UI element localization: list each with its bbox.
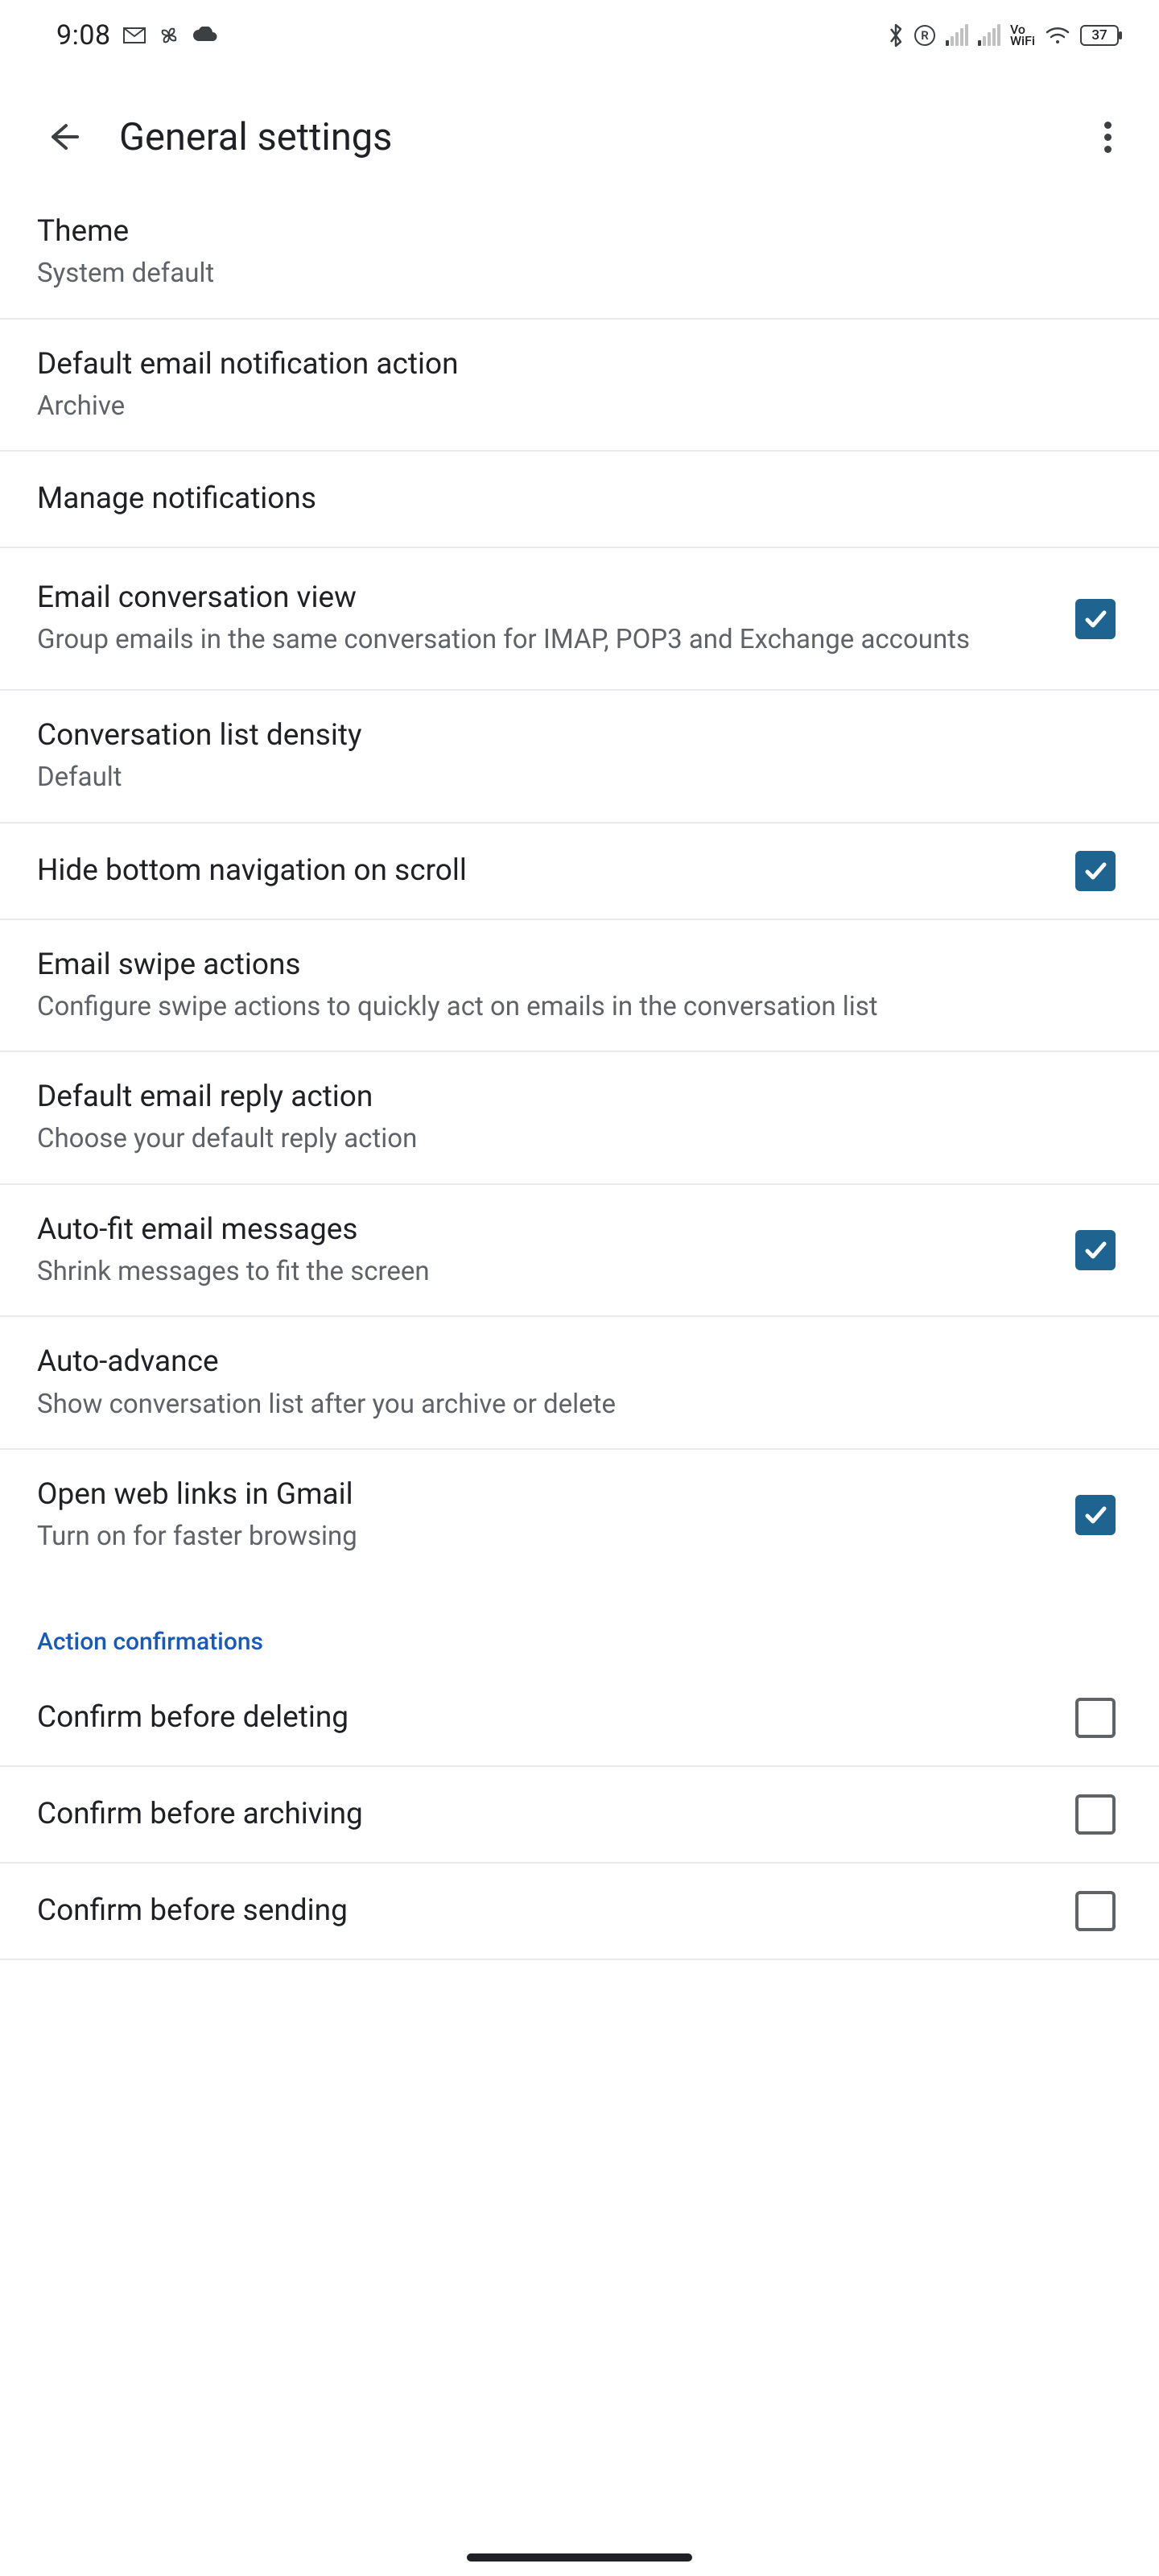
setting-title: Default email reply action (37, 1078, 1083, 1117)
status-time: 9:08 (56, 19, 111, 52)
checkbox-confirm-send[interactable] (1075, 1891, 1116, 1931)
setting-open-web-links[interactable]: Open web links in Gmail Turn on for fast… (0, 1450, 1159, 1581)
setting-subtitle: Archive (37, 389, 1083, 425)
status-bar: 9:08 R VoWiFi 37 (0, 0, 1159, 56)
gmail-icon (122, 26, 146, 45)
setting-subtitle: Shrink messages to fit the screen (37, 1254, 1043, 1290)
setting-swipe-actions[interactable]: Email swipe actions Configure swipe acti… (0, 920, 1159, 1053)
setting-subtitle: Default (37, 760, 1083, 796)
setting-theme[interactable]: Theme System default (0, 201, 1159, 320)
page-title: General settings (119, 115, 1088, 159)
overflow-menu-button[interactable] (1088, 118, 1127, 156)
setting-title: Open web links in Gmail (37, 1476, 1043, 1514)
setting-title: Manage notifications (37, 480, 1083, 518)
settings-list: Theme System default Default email notif… (0, 201, 1159, 1960)
setting-title: Default email notification action (37, 345, 1083, 384)
setting-autofit-messages[interactable]: Auto-fit email messages Shrink messages … (0, 1185, 1159, 1318)
setting-auto-advance[interactable]: Auto-advance Show conversation list afte… (0, 1317, 1159, 1450)
setting-confirm-delete[interactable]: Confirm before deleting (0, 1670, 1159, 1767)
setting-subtitle: Show conversation list after you archive… (37, 1387, 1083, 1423)
setting-title: Email conversation view (37, 579, 1043, 617)
setting-list-density[interactable]: Conversation list density Default (0, 691, 1159, 824)
setting-title: Confirm before deleting (37, 1699, 1043, 1737)
registered-icon: R (914, 24, 936, 47)
setting-title: Theme (37, 213, 1083, 251)
setting-title: Auto-fit email messages (37, 1211, 1043, 1249)
vowifi-icon: VoWiFi (1010, 24, 1035, 47)
gesture-bar (467, 2553, 692, 2562)
bluetooth-icon (888, 23, 904, 48)
checkbox-hide-bottom-nav[interactable] (1075, 851, 1116, 891)
checkbox-autofit[interactable] (1075, 1230, 1116, 1270)
setting-title: Email swipe actions (37, 946, 1083, 985)
battery-icon: 37 (1080, 25, 1119, 46)
setting-confirm-send[interactable]: Confirm before sending (0, 1864, 1159, 1960)
app-bar: General settings (0, 56, 1159, 201)
setting-manage-notifications[interactable]: Manage notifications (0, 452, 1159, 548)
checkbox-conversation-view[interactable] (1075, 599, 1116, 639)
setting-confirm-archive[interactable]: Confirm before archiving (0, 1767, 1159, 1864)
setting-subtitle: Turn on for faster browsing (37, 1519, 1043, 1555)
setting-hide-bottom-nav[interactable]: Hide bottom navigation on scroll (0, 824, 1159, 920)
setting-default-reply-action[interactable]: Default email reply action Choose your d… (0, 1052, 1159, 1185)
setting-title: Confirm before sending (37, 1892, 1043, 1930)
more-vert-icon (1104, 122, 1112, 153)
cloud-icon (192, 27, 217, 44)
setting-subtitle: Choose your default reply action (37, 1121, 1083, 1158)
svg-text:R: R (921, 28, 929, 43)
checkbox-open-web-links[interactable] (1075, 1495, 1116, 1535)
section-action-confirmations: Action confirmations (0, 1581, 1159, 1670)
back-button[interactable] (39, 113, 87, 161)
signal-1-icon (946, 25, 968, 46)
setting-default-notification-action[interactable]: Default email notification action Archiv… (0, 320, 1159, 452)
setting-subtitle: Group emails in the same conversation fo… (37, 622, 1043, 658)
battery-level: 37 (1091, 27, 1107, 43)
setting-title: Hide bottom navigation on scroll (37, 852, 1043, 890)
pinwheel-icon (158, 24, 180, 47)
setting-title: Confirm before archiving (37, 1795, 1043, 1834)
setting-subtitle: System default (37, 256, 1083, 292)
checkbox-confirm-delete[interactable] (1075, 1698, 1116, 1738)
setting-title: Auto-advance (37, 1343, 1083, 1381)
setting-conversation-view[interactable]: Email conversation view Group emails in … (0, 548, 1159, 691)
setting-subtitle: Configure swipe actions to quickly act o… (37, 989, 1083, 1026)
setting-title: Conversation list density (37, 716, 1083, 755)
signal-2-icon (978, 25, 1000, 46)
wifi-icon (1045, 25, 1070, 46)
checkbox-confirm-archive[interactable] (1075, 1794, 1116, 1835)
